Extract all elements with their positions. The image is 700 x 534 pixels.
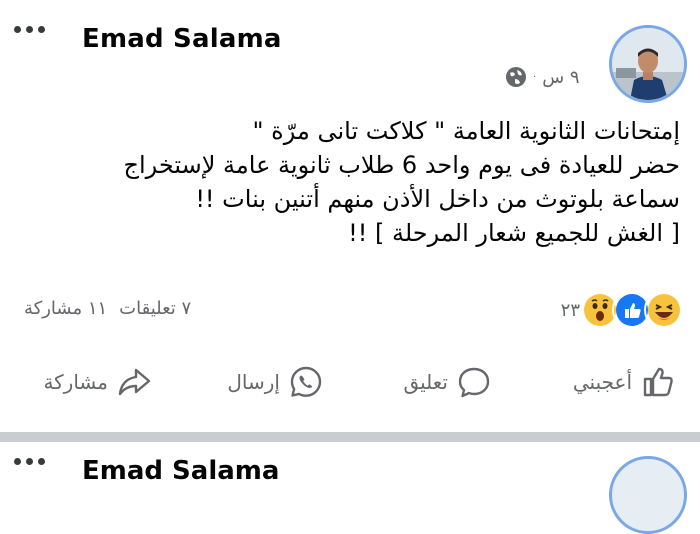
reactions-summary[interactable]: ٢٣	[555, 290, 684, 330]
whatsapp-icon	[290, 366, 322, 397]
next-post-avatar[interactable]	[609, 456, 687, 534]
author-name[interactable]: Emad Salama	[82, 24, 282, 54]
share-label: مشاركة	[43, 370, 108, 394]
like-label: أعجبني	[572, 370, 632, 394]
meta-separator: ·	[533, 71, 537, 83]
engagement-bar: ٧ تعليقات ١١ مشاركة ٢٣	[0, 290, 700, 330]
post-text-line: سماعة بلوتوث من داخل الأذن منهم أتنين بن…	[195, 185, 680, 213]
more-options-icon[interactable]	[14, 26, 45, 33]
more-options-icon[interactable]	[14, 458, 45, 465]
share-icon	[118, 368, 151, 396]
comments-count[interactable]: ٧ تعليقات	[119, 298, 191, 319]
post-time[interactable]: ٩ س	[542, 67, 579, 88]
next-post-author[interactable]: Emad Salama	[82, 456, 279, 486]
post-text-line: حضر للعيادة فى يوم واحد 6 طلاب ثانوية عا…	[123, 151, 680, 179]
comment-button[interactable]: تعليق	[403, 364, 492, 400]
reactions-count[interactable]: ٢٣	[561, 300, 580, 321]
thumbs-up-icon	[643, 367, 673, 397]
send-label: إرسال	[227, 370, 280, 394]
comment-label: تعليق	[403, 370, 448, 394]
avatar[interactable]	[609, 25, 687, 103]
comment-icon	[458, 367, 490, 398]
post-meta: ٩ س ·	[505, 66, 580, 88]
post-text-line: [ الغش للجميع شعار المرحلة ] !!	[348, 219, 680, 247]
feed-divider	[0, 432, 700, 442]
like-button[interactable]: أعجبني	[573, 364, 676, 400]
post-card: Emad Salama ٩ س · إمتحانات الثانوية العا…	[0, 0, 700, 432]
action-bar: أعجبني تعليق إرسال مشاركة	[0, 350, 700, 420]
comments-shares: ٧ تعليقات ١١ مشاركة	[24, 298, 191, 319]
globe-icon	[506, 67, 526, 87]
next-post-card: Emad Salama	[0, 442, 700, 534]
send-button[interactable]: إرسال	[227, 364, 324, 400]
post-text-line: إمتحانات الثانوية العامة " كلاكت تانى مر…	[252, 117, 680, 145]
shares-count[interactable]: ١١ مشاركة	[24, 298, 107, 319]
haha-icon	[644, 290, 684, 330]
post-text: إمتحانات الثانوية العامة " كلاكت تانى مر…	[20, 114, 680, 250]
share-button[interactable]: مشاركة	[43, 364, 152, 400]
